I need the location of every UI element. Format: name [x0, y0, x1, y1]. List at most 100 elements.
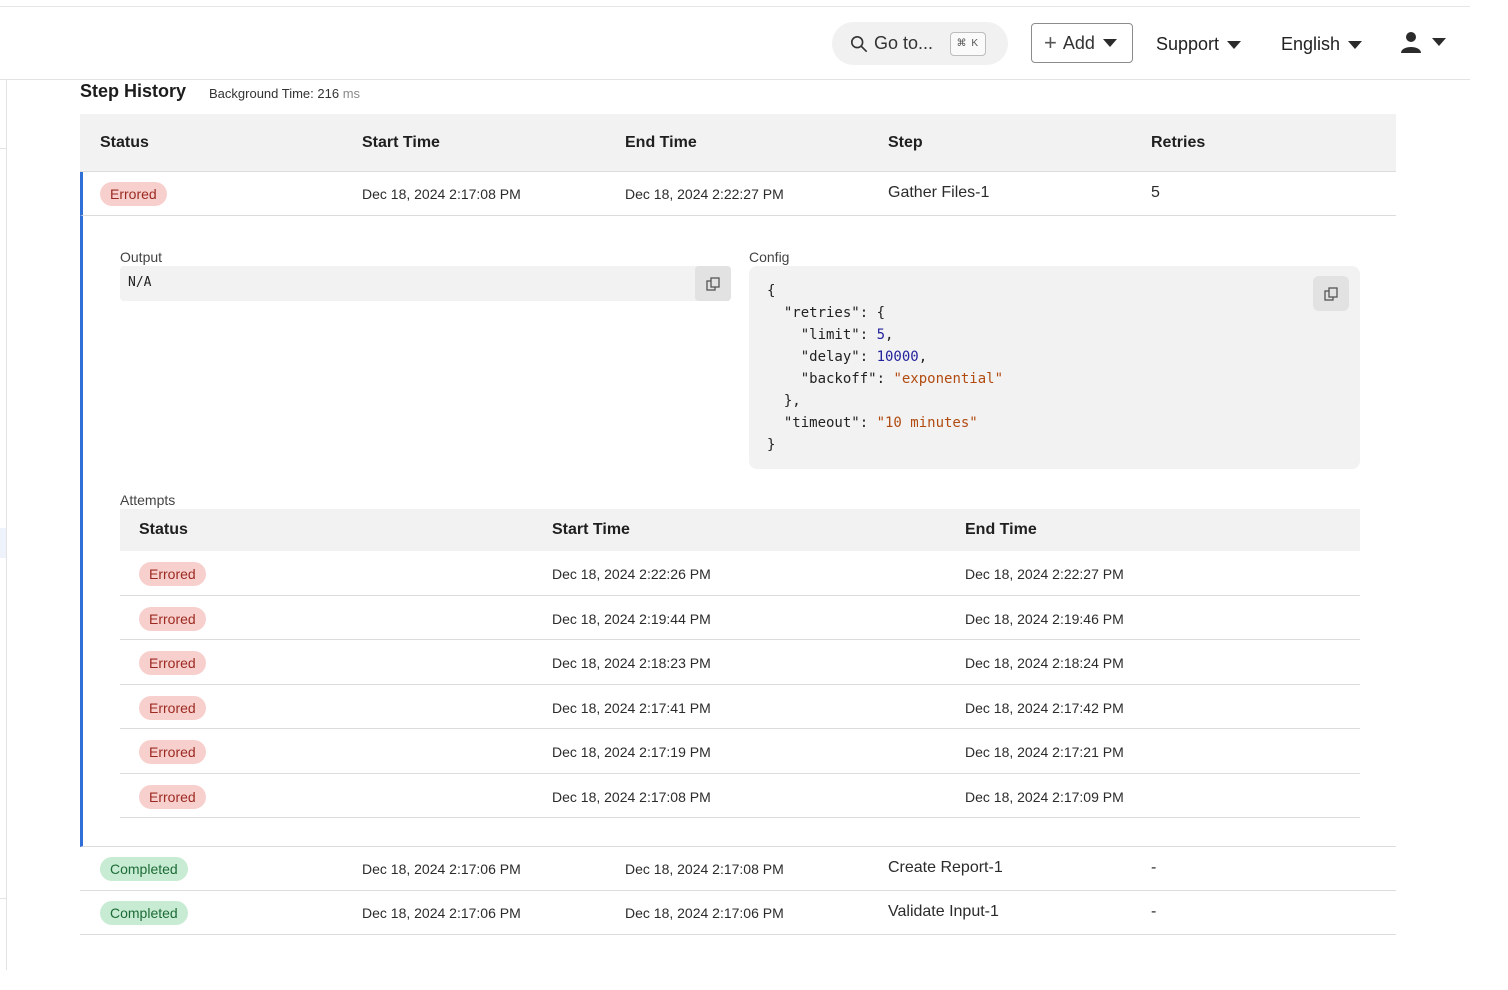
step-detail-panel: Output N/A Config { "retries": { "limit"…: [80, 216, 1396, 847]
attempt-start-time: Dec 18, 2024 2:17:08 PM: [552, 788, 711, 805]
start-time: Dec 18, 2024 2:17:06 PM: [362, 861, 521, 877]
json-key: "timeout":: [767, 415, 877, 431]
header-status: Status: [100, 134, 149, 151]
attempt-start-time: Dec 18, 2024 2:17:41 PM: [552, 699, 711, 716]
config-json: { "retries": { "limit": 5, "delay": 1000…: [749, 266, 1360, 469]
header-retries: Retries: [1151, 134, 1206, 151]
attempt-start-time: Dec 18, 2024 2:22:26 PM: [552, 566, 711, 582]
support-label: Support: [1156, 34, 1220, 54]
header-step: Step: [888, 134, 923, 151]
config-label: Config: [749, 249, 790, 265]
user-menu[interactable]: [1400, 31, 1446, 53]
attempts-header-start-time: Start Time: [552, 521, 630, 538]
status-badge: Completed: [100, 901, 188, 925]
status-badge: Errored: [139, 606, 206, 631]
add-button[interactable]: + Add: [1031, 23, 1133, 63]
attempts-table: Status Start Time End Time Errored Dec 1…: [120, 509, 1360, 818]
goto-label: Go to...: [874, 33, 934, 53]
plus-icon: +: [1044, 30, 1057, 55]
attempt-start-time: Dec 18, 2024 2:19:44 PM: [552, 610, 711, 627]
json-line: {: [767, 283, 776, 299]
json-number: 10000: [876, 349, 919, 365]
attempt-row: Errored Dec 18, 2024 2:19:44 PM Dec 18, …: [120, 596, 1360, 640]
copy-icon: [706, 276, 720, 291]
status-badge: Errored: [100, 182, 167, 206]
goto-search-button[interactable]: Go to... ⌘ K: [832, 22, 1008, 65]
page-title: Step History: [80, 81, 187, 101]
top-bar: Go to... ⌘ K + Add Support English: [0, 7, 1470, 80]
caret-down-icon: [1432, 38, 1446, 46]
attempt-start-time: Dec 18, 2024 2:17:19 PM: [552, 744, 711, 760]
retries-count: 5: [1151, 184, 1160, 201]
json-number: 5: [876, 327, 886, 343]
attempt-end-time: Dec 18, 2024 2:19:46 PM: [965, 610, 1124, 627]
attempt-start-time: Dec 18, 2024 2:18:23 PM: [552, 655, 711, 671]
caret-down-icon: [1102, 39, 1117, 47]
attempt-end-time: Dec 18, 2024 2:18:24 PM: [965, 655, 1124, 671]
attempt-row: Errored Dec 18, 2024 2:17:08 PM Dec 18, …: [120, 774, 1360, 818]
status-badge: Errored: [139, 740, 206, 764]
attempt-row: Errored Dec 18, 2024 2:17:19 PM Dec 18, …: [120, 729, 1360, 774]
retries-count: -: [1151, 903, 1157, 920]
output-value: N/A: [120, 266, 731, 301]
attempt-end-time: Dec 18, 2024 2:17:42 PM: [965, 699, 1124, 716]
goto-shortcut-badge: ⌘ K: [949, 32, 986, 56]
json-string: "exponential": [893, 371, 1004, 387]
status-badge: Errored: [139, 784, 206, 809]
status-badge: Errored: [139, 562, 206, 586]
add-label: Add: [1062, 32, 1095, 53]
table-row[interactable]: Errored Dec 18, 2024 2:17:08 PM Dec 18, …: [80, 172, 1396, 216]
background-time: Background Time: 216 ms: [209, 86, 360, 101]
background-time-label: Background Time: 216: [209, 86, 340, 101]
header-end-time: End Time: [625, 134, 697, 151]
frame-left-tick: [0, 898, 6, 899]
attempts-header-end-time: End Time: [965, 521, 1037, 538]
frame-left-tick: [0, 148, 6, 149]
search-icon: [850, 35, 868, 52]
step-name: Create Report-1: [888, 859, 1003, 876]
user-icon: [1401, 32, 1421, 53]
attempts-header: Status Start Time End Time: [120, 509, 1360, 551]
attempt-row: Errored Dec 18, 2024 2:17:41 PM Dec 18, …: [120, 685, 1360, 729]
json-line: "retries": {: [767, 305, 886, 321]
language-menu[interactable]: English: [1281, 34, 1363, 55]
status-badge: Errored: [139, 695, 206, 720]
output-label: Output: [120, 249, 163, 265]
copy-icon: [1324, 286, 1338, 301]
json-key: "delay":: [767, 349, 877, 365]
step-name: Gather Files-1: [888, 184, 990, 201]
table-row[interactable]: Completed Dec 18, 2024 2:17:06 PM Dec 18…: [80, 847, 1396, 891]
header-start-time: Start Time: [362, 134, 440, 151]
support-menu[interactable]: Support: [1156, 34, 1242, 55]
table-header: Status Start Time End Time Step Retries: [80, 114, 1396, 172]
attempts-header-status: Status: [139, 521, 188, 538]
status-badge: Errored: [139, 651, 206, 675]
frame-left-divider: [6, 80, 7, 970]
frame-left-highlight: [0, 528, 6, 558]
end-time: Dec 18, 2024 2:22:27 PM: [625, 186, 784, 202]
attempt-end-time: Dec 18, 2024 2:17:21 PM: [965, 744, 1124, 760]
attempts-label: Attempts: [120, 492, 176, 508]
start-time: Dec 18, 2024 2:17:08 PM: [362, 186, 521, 202]
json-line: },: [767, 393, 801, 409]
caret-down-icon: [1227, 40, 1242, 49]
json-string: "10 minutes": [876, 415, 978, 431]
attempt-end-time: Dec 18, 2024 2:22:27 PM: [965, 566, 1124, 582]
json-key: "limit":: [767, 327, 877, 343]
copy-config-button[interactable]: [1313, 276, 1349, 311]
attempt-row: Errored Dec 18, 2024 2:18:23 PM Dec 18, …: [120, 640, 1360, 685]
caret-down-icon: [1348, 40, 1363, 49]
attempt-end-time: Dec 18, 2024 2:17:09 PM: [965, 788, 1124, 805]
end-time: Dec 18, 2024 2:17:06 PM: [625, 905, 784, 921]
background-time-unit: ms: [342, 86, 361, 101]
step-history-table: Status Start Time End Time Step Retries …: [80, 114, 1396, 935]
step-name: Validate Input-1: [888, 903, 999, 920]
json-key: "backoff":: [767, 371, 894, 387]
end-time: Dec 18, 2024 2:17:08 PM: [625, 861, 784, 877]
status-badge: Completed: [100, 857, 188, 881]
json-line: }: [767, 437, 776, 453]
start-time: Dec 18, 2024 2:17:06 PM: [362, 905, 521, 921]
attempt-row: Errored Dec 18, 2024 2:22:26 PM Dec 18, …: [120, 551, 1360, 596]
copy-output-button[interactable]: [695, 266, 731, 301]
table-row[interactable]: Completed Dec 18, 2024 2:17:06 PM Dec 18…: [80, 891, 1396, 935]
